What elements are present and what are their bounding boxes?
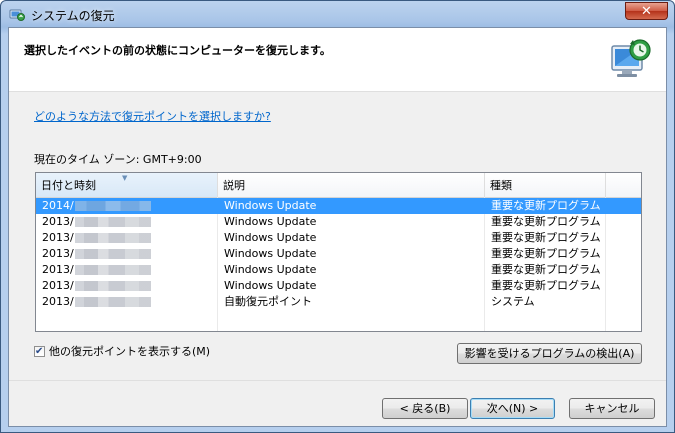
redacted-date-block [74,201,151,211]
close-button[interactable]: ✕ [625,2,668,20]
row-description-cell: Windows Update [224,231,317,244]
row-date-text: 2013/ [42,215,74,228]
row-date-text: 2013/ [42,279,74,292]
list-row[interactable]: 2013/Windows Update 重要な更新プログラム [36,214,641,230]
redacted-date-block [74,297,151,307]
row-type-cell: 重要な更新プログラム [491,247,601,260]
redacted-date-block [74,281,151,291]
sort-descending-icon: ▼ [122,174,128,182]
redacted-date-block [74,249,151,259]
row-description-cell: Windows Update [224,247,317,260]
row-date-text: 2013/ [42,231,74,244]
list-row[interactable]: 2013/自動復元ポイント システム [36,294,641,310]
row-type-cell: 重要な更新プログラム [491,231,601,244]
restore-points-list[interactable]: ▼ 日付と時刻 説明 種類 2014/Windows Update 重要な更新プロ… [35,172,642,332]
row-date-text: 2014/ [42,199,74,212]
window-title: システムの復元 [31,9,115,23]
row-date-cell: 2013/ [36,294,218,310]
row-type-cell: 重要な更新プログラム [491,263,601,276]
row-date-text: 2013/ [42,247,74,260]
scan-affected-programs-button[interactable]: 影響を受けるプログラムの検出(A) [457,343,642,364]
row-type-cell: 重要な更新プログラム [491,279,601,292]
row-type-cell: システム [491,295,535,308]
row-description-cell: Windows Update [224,215,317,228]
footer-divider [9,380,666,381]
redacted-date-block [74,217,151,227]
timezone-label: 現在のタイム ゾーン: GMT+9:00 [34,153,202,166]
row-date-text: 2013/ [42,263,74,276]
row-date-cell: 2014/ [36,198,218,214]
row-date-cell: 2013/ [36,262,218,278]
row-description-cell: Windows Update [224,279,317,292]
checkbox-checked-icon[interactable] [34,344,45,360]
row-date-cell: 2013/ [36,278,218,294]
row-date-text: 2013/ [42,295,74,308]
row-description-cell: Windows Update [224,263,317,276]
row-type-cell: 重要な更新プログラム [491,199,601,212]
dialog-client-area: 選択したイベントの前の状態にコンピューターを復元します。 どのような方法で復元ポ… [8,27,667,427]
title-bar[interactable]: システムの復元 ✕ [1,1,674,27]
redacted-date-block [74,265,151,275]
redacted-date-block [74,233,151,243]
row-description-cell: 自動復元ポイント [224,295,312,308]
help-link[interactable]: どのような方法で復元ポイントを選択しますか? [34,108,271,124]
back-button[interactable]: < 戻る(B) [382,398,468,419]
column-type-header[interactable]: 種類 [485,173,606,197]
row-description-cell: Windows Update [224,199,317,212]
list-row[interactable]: 2013/Windows Update 重要な更新プログラム [36,246,641,262]
page-title: 選択したイベントの前の状態にコンピューターを復元します。 [24,44,331,57]
row-type-cell: 重要な更新プログラム [491,215,601,228]
header-panel: 選択したイベントの前の状態にコンピューターを復元します。 [9,28,666,92]
list-row[interactable]: 2013/Windows Update 重要な更新プログラム [36,278,641,294]
cancel-button[interactable]: キャンセル [569,398,655,419]
next-button[interactable]: 次へ(N) > [470,398,555,419]
system-restore-monitor-icon [611,39,651,77]
show-more-label: 他の復元ポイントを表示する(M) [49,345,211,358]
list-header: ▼ 日付と時刻 説明 種類 [36,173,641,198]
list-row[interactable]: 2013/Windows Update 重要な更新プログラム [36,262,641,278]
row-date-cell: 2013/ [36,230,218,246]
system-restore-window: システムの復元 ✕ 選択したイベントの前の状態にコンピューターを復元します。 ど… [0,0,675,433]
show-more-checkbox[interactable]: 他の復元ポイントを表示する(M) [34,344,210,360]
column-description-header[interactable]: 説明 [218,173,485,197]
row-date-cell: 2013/ [36,246,218,262]
list-row[interactable]: 2014/Windows Update 重要な更新プログラム [36,198,641,214]
column-date-header[interactable]: ▼ 日付と時刻 [36,173,218,197]
system-restore-icon [9,9,25,21]
list-row[interactable]: 2013/Windows Update 重要な更新プログラム [36,230,641,246]
close-icon: ✕ [641,4,652,19]
row-date-cell: 2013/ [36,214,218,230]
